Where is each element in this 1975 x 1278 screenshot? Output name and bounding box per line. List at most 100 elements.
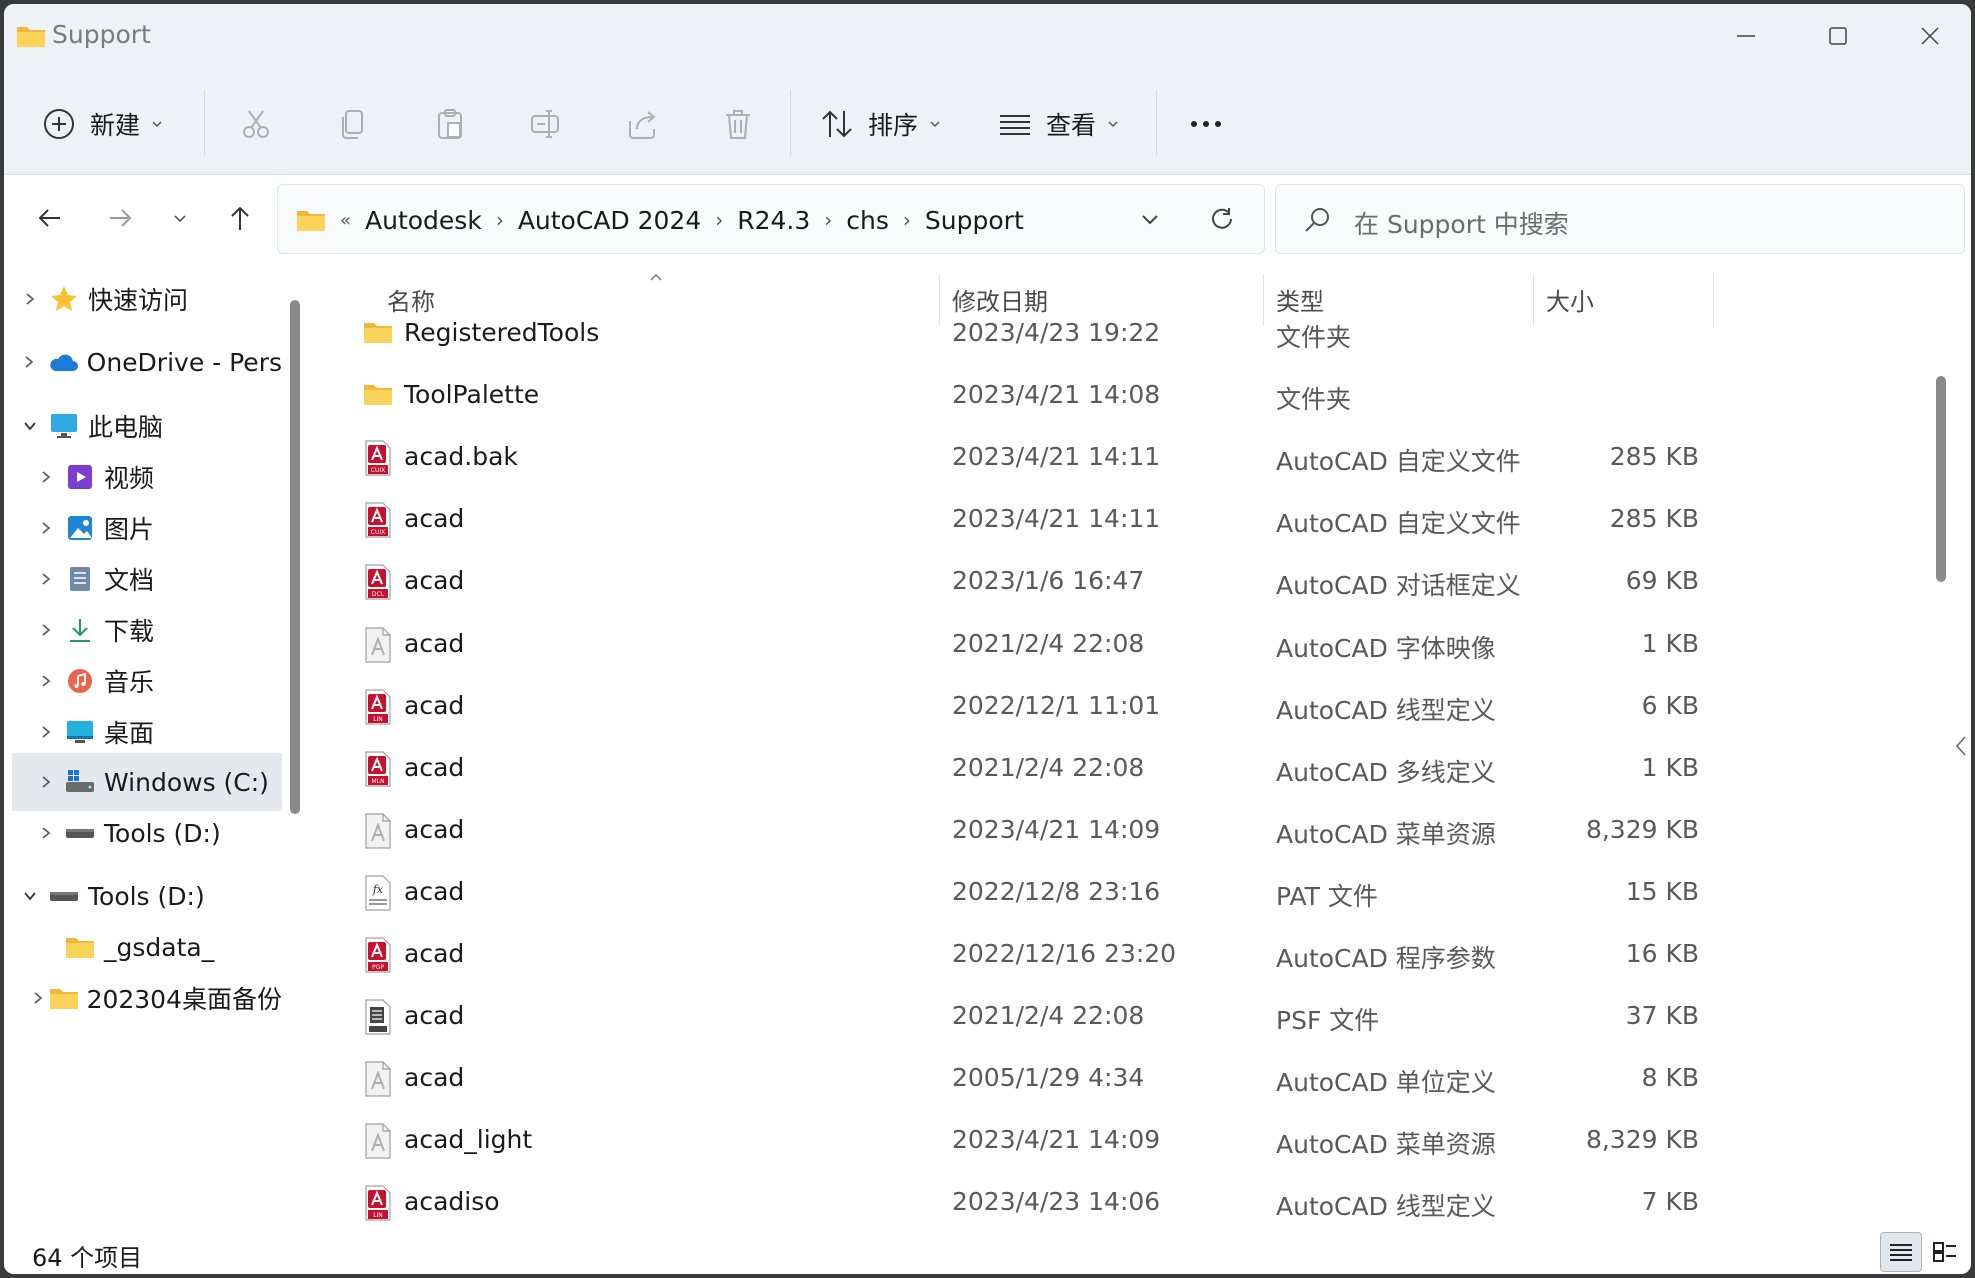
crumb-autodesk[interactable]: Autodesk [365,206,482,235]
nav-item[interactable]: 此电脑 [12,397,282,455]
file-list-scrollbar[interactable] [1936,376,1946,582]
chevron-right-icon[interactable] [23,291,37,307]
file-row[interactable]: DCL acad 2023/1/6 16:47 AutoCAD 对话框定义 69… [319,556,1719,608]
minimize-button[interactable] [1700,4,1792,68]
recent-locations-button[interactable] [156,194,204,242]
expand-toggle[interactable] [12,291,48,307]
file-name: acad [404,752,465,782]
tiles-view-button[interactable] [1924,1232,1966,1272]
forward-button[interactable] [96,194,144,242]
new-button[interactable]: 新建 [42,96,164,152]
file-row[interactable]: acad_light 2023/4/21 14:09 AutoCAD 菜单资源 … [319,1115,1719,1167]
expand-toggle[interactable] [28,825,64,841]
chevron-down-icon[interactable] [22,419,38,433]
file-row[interactable]: acad 2021/2/4 22:08 PSF 文件 37 KB [319,991,1719,1043]
up-button[interactable] [216,194,264,242]
nav-item[interactable]: 文档 [12,550,282,608]
paste-button[interactable] [430,96,470,152]
chevron-right-icon[interactable] [39,724,53,740]
file-row[interactable]: MLN acad 2021/2/4 22:08 AutoCAD 多线定义 1 K… [319,743,1719,795]
nav-scrollbar[interactable] [290,300,300,814]
file-row[interactable]: CUIX acad.bak 2023/4/21 14:11 AutoCAD 自定… [319,432,1719,484]
picture-icon [64,512,96,544]
close-button[interactable] [1884,4,1971,68]
chevron-right-icon[interactable] [39,571,53,587]
chevron-right-icon[interactable] [22,354,36,370]
file-row[interactable]: acad 2021/2/4 22:08 AutoCAD 字体映像 1 KB [319,619,1719,671]
delete-button[interactable] [718,96,758,152]
file-row[interactable]: PGP acad 2022/12/16 23:20 AutoCAD 程序参数 1… [319,929,1719,981]
nav-item[interactable]: OneDrive - Pers [12,333,282,391]
file-row[interactable]: LIN acadiso 2023/4/23 14:06 AutoCAD 线型定义… [319,1177,1719,1229]
back-button[interactable] [26,194,74,242]
nav-item[interactable]: _gsdata_ [12,918,282,976]
details-view-button[interactable] [1880,1232,1922,1272]
nav-item[interactable]: 视频 [12,448,282,506]
chevron-right-icon[interactable] [31,990,45,1006]
file-name: acad [404,1001,465,1031]
expand-toggle[interactable] [28,571,64,587]
nav-item-label: 下载 [104,617,155,646]
file-row[interactable]: RegisteredTools 2023/4/23 19:22 文件夹 [319,308,1719,360]
chevron-right-icon[interactable] [39,469,53,485]
expand-toggle[interactable] [28,622,64,638]
view-button[interactable]: 查看 [998,96,1120,152]
expand-toggle[interactable] [28,724,64,740]
file-row[interactable]: CUIX acad 2023/4/21 14:11 AutoCAD 自定义文件 … [319,494,1719,546]
nav-item[interactable]: 下载 [12,601,282,659]
chevron-right-icon[interactable] [39,622,53,638]
expand-toggle[interactable] [28,469,64,485]
file-row[interactable]: LIN acad 2022/12/1 11:01 AutoCAD 线型定义 6 … [319,681,1719,733]
chevron-right-icon[interactable] [39,520,53,536]
maximize-button[interactable] [1792,4,1884,68]
more-options-button[interactable] [1186,96,1226,152]
file-row[interactable]: fx acad 2022/12/8 23:16 PAT 文件 15 KB [319,867,1719,919]
nav-item[interactable]: Tools (D:) [12,804,282,862]
file-row[interactable]: acad 2023/4/21 14:09 AutoCAD 菜单资源 8,329 … [319,805,1719,857]
nav-item[interactable]: 音乐 [12,652,282,710]
windows-drive-icon [64,766,96,798]
crumb-chs[interactable]: chs [846,206,889,235]
crumb-autocad-2024[interactable]: AutoCAD 2024 [518,206,701,235]
nav-item[interactable]: 202304桌面备份 [12,969,282,1027]
search-input[interactable]: 在 Support 中搜索 [1354,205,1569,241]
sort-button[interactable]: 排序 [820,96,942,152]
details-pane-toggle-icon[interactable] [1954,734,1968,758]
expand-toggle[interactable] [28,673,64,689]
file-row[interactable]: acad 2005/1/29 4:34 AutoCAD 单位定义 8 KB [319,1053,1719,1105]
crumb-support[interactable]: Support [925,206,1024,235]
nav-item[interactable]: Tools (D:) [12,867,282,925]
share-button[interactable] [622,96,662,152]
nav-item[interactable]: 图片 [12,499,282,557]
copy-button[interactable] [334,96,374,152]
nav-item-label: 音乐 [104,668,155,697]
chevron-right-icon[interactable]: › [496,208,504,232]
rename-button[interactable] [526,96,566,152]
address-bar[interactable]: « Autodesk › AutoCAD 2024 › R24.3 › chs … [277,184,1265,254]
cut-button[interactable] [236,96,276,152]
chevron-right-icon[interactable] [39,825,53,841]
crumb-r24-3[interactable]: R24.3 [737,206,810,235]
search-box[interactable]: 在 Support 中搜索 [1275,184,1965,254]
nav-item[interactable]: Windows (C:) [12,753,282,811]
chevron-right-icon[interactable]: › [824,208,832,232]
file-name: RegisteredTools [404,318,600,347]
address-history-button[interactable] [1138,207,1162,235]
expand-toggle[interactable] [28,990,49,1006]
chevron-right-icon[interactable]: › [903,208,911,232]
nav-item[interactable]: 快速访问 [12,270,282,328]
expand-toggle[interactable] [28,520,64,536]
chevron-right-icon[interactable] [39,774,53,790]
expand-toggle[interactable] [12,354,47,370]
chevron-right-icon[interactable]: › [715,208,723,232]
expand-toggle[interactable] [28,774,64,790]
chevron-right-icon[interactable] [39,673,53,689]
overflow-chevron-icon[interactable]: « [340,210,351,231]
folder-icon [297,211,325,231]
file-size: 1 KB [1641,628,1699,658]
refresh-button[interactable] [1208,205,1236,237]
expand-toggle[interactable] [12,419,48,433]
chevron-down-icon[interactable] [22,889,38,903]
expand-toggle[interactable] [12,889,48,903]
file-row[interactable]: ToolPalette 2023/4/21 14:08 文件夹 [319,370,1719,422]
